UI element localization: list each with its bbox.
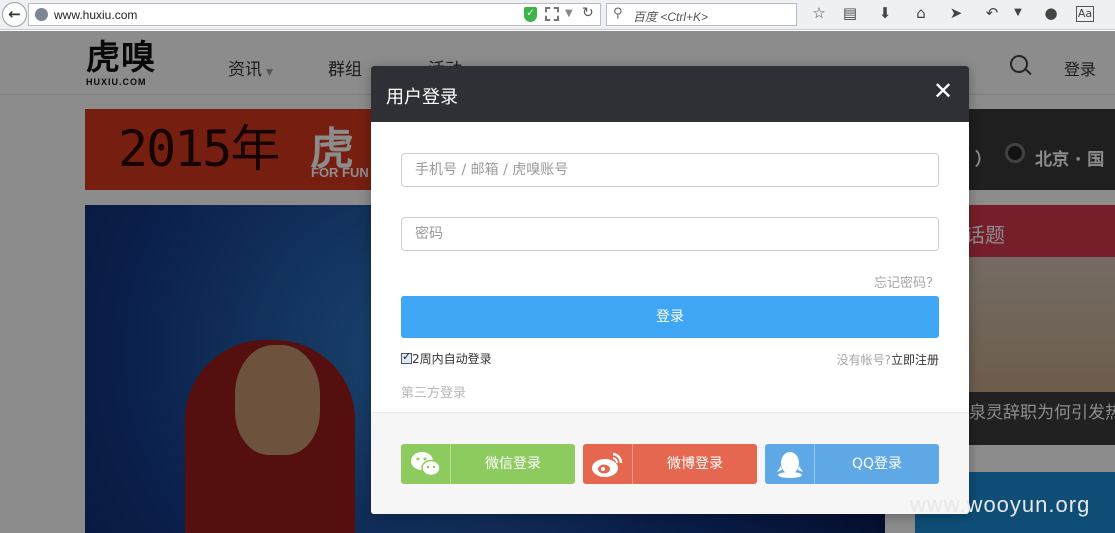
modal-header: 用户登录 ✕: [371, 66, 969, 122]
signup-prompt: 没有帐号?立即注册: [837, 351, 939, 368]
undo-icon[interactable]: ↶: [982, 4, 1002, 22]
browser-toolbar: ← www.huxiu.com ✓ ▼ ↻ ⚲ 百度 <Ctrl+K> ☆ ▤ …: [0, 0, 1115, 30]
modal-title: 用户登录: [386, 87, 458, 108]
no-account-text: 没有帐号?: [836, 353, 891, 367]
wechat-icon: [401, 444, 451, 484]
menu-dropdown-icon[interactable]: ▼: [1008, 7, 1028, 18]
reader-icon[interactable]: Aa: [1076, 6, 1094, 22]
user-icon[interactable]: ●: [1041, 4, 1061, 22]
wechat-label: 微信登录: [485, 456, 541, 472]
weibo-label: 微博登录: [667, 456, 723, 472]
reload-icon[interactable]: ↻: [582, 5, 594, 21]
forgot-password-link[interactable]: 忘记密码？: [874, 272, 939, 291]
back-arrow-icon[interactable]: ←: [2, 2, 27, 27]
weibo-login-button[interactable]: 微博登录: [583, 444, 757, 484]
remember-checkbox[interactable]: [401, 350, 412, 364]
login-modal: 用户登录 ✕ 忘记密码？ 登录 2周内自动登录 没有帐号?立即注册 第三方登录 …: [371, 66, 969, 514]
qq-label: QQ登录: [851, 456, 903, 472]
remember-label: 2周内自动登录: [412, 352, 492, 366]
url-text: www.huxiu.com: [54, 8, 138, 22]
social-login-area: 微信登录 微博登录 QQ登录: [371, 412, 969, 514]
remember-me[interactable]: 2周内自动登录: [401, 350, 492, 367]
qq-login-button[interactable]: QQ登录: [765, 444, 939, 484]
bookmark-star-icon[interactable]: ☆: [809, 4, 829, 22]
shield-icon[interactable]: ✓: [524, 7, 537, 22]
register-link[interactable]: 立即注册: [891, 353, 939, 367]
account-input[interactable]: [401, 153, 939, 187]
watermark: www.wooyun.org: [910, 492, 1091, 517]
bookmarks-list-icon[interactable]: ▤: [840, 4, 860, 22]
send-icon[interactable]: ➤: [946, 4, 966, 22]
third-party-label: 第三方登录: [401, 386, 467, 401]
qr-code-icon[interactable]: [545, 7, 559, 21]
weibo-icon: [583, 444, 633, 484]
qq-icon: [765, 444, 815, 484]
wechat-login-button[interactable]: 微信登录: [401, 444, 575, 484]
home-icon[interactable]: ⌂: [911, 4, 931, 22]
search-placeholder: 百度 <Ctrl+K>: [633, 10, 709, 24]
password-input[interactable]: [401, 217, 939, 251]
address-bar[interactable]: www.huxiu.com ✓ ▼ ↻: [28, 3, 601, 26]
login-button[interactable]: 登录: [401, 296, 939, 338]
browser-search-box[interactable]: ⚲ 百度 <Ctrl+K>: [606, 3, 797, 26]
search-icon: ⚲: [613, 6, 623, 21]
close-icon[interactable]: ✕: [933, 78, 953, 104]
download-icon[interactable]: ⬇: [875, 4, 895, 22]
chevron-down-icon[interactable]: ▼: [565, 8, 573, 19]
globe-icon: [35, 8, 48, 21]
